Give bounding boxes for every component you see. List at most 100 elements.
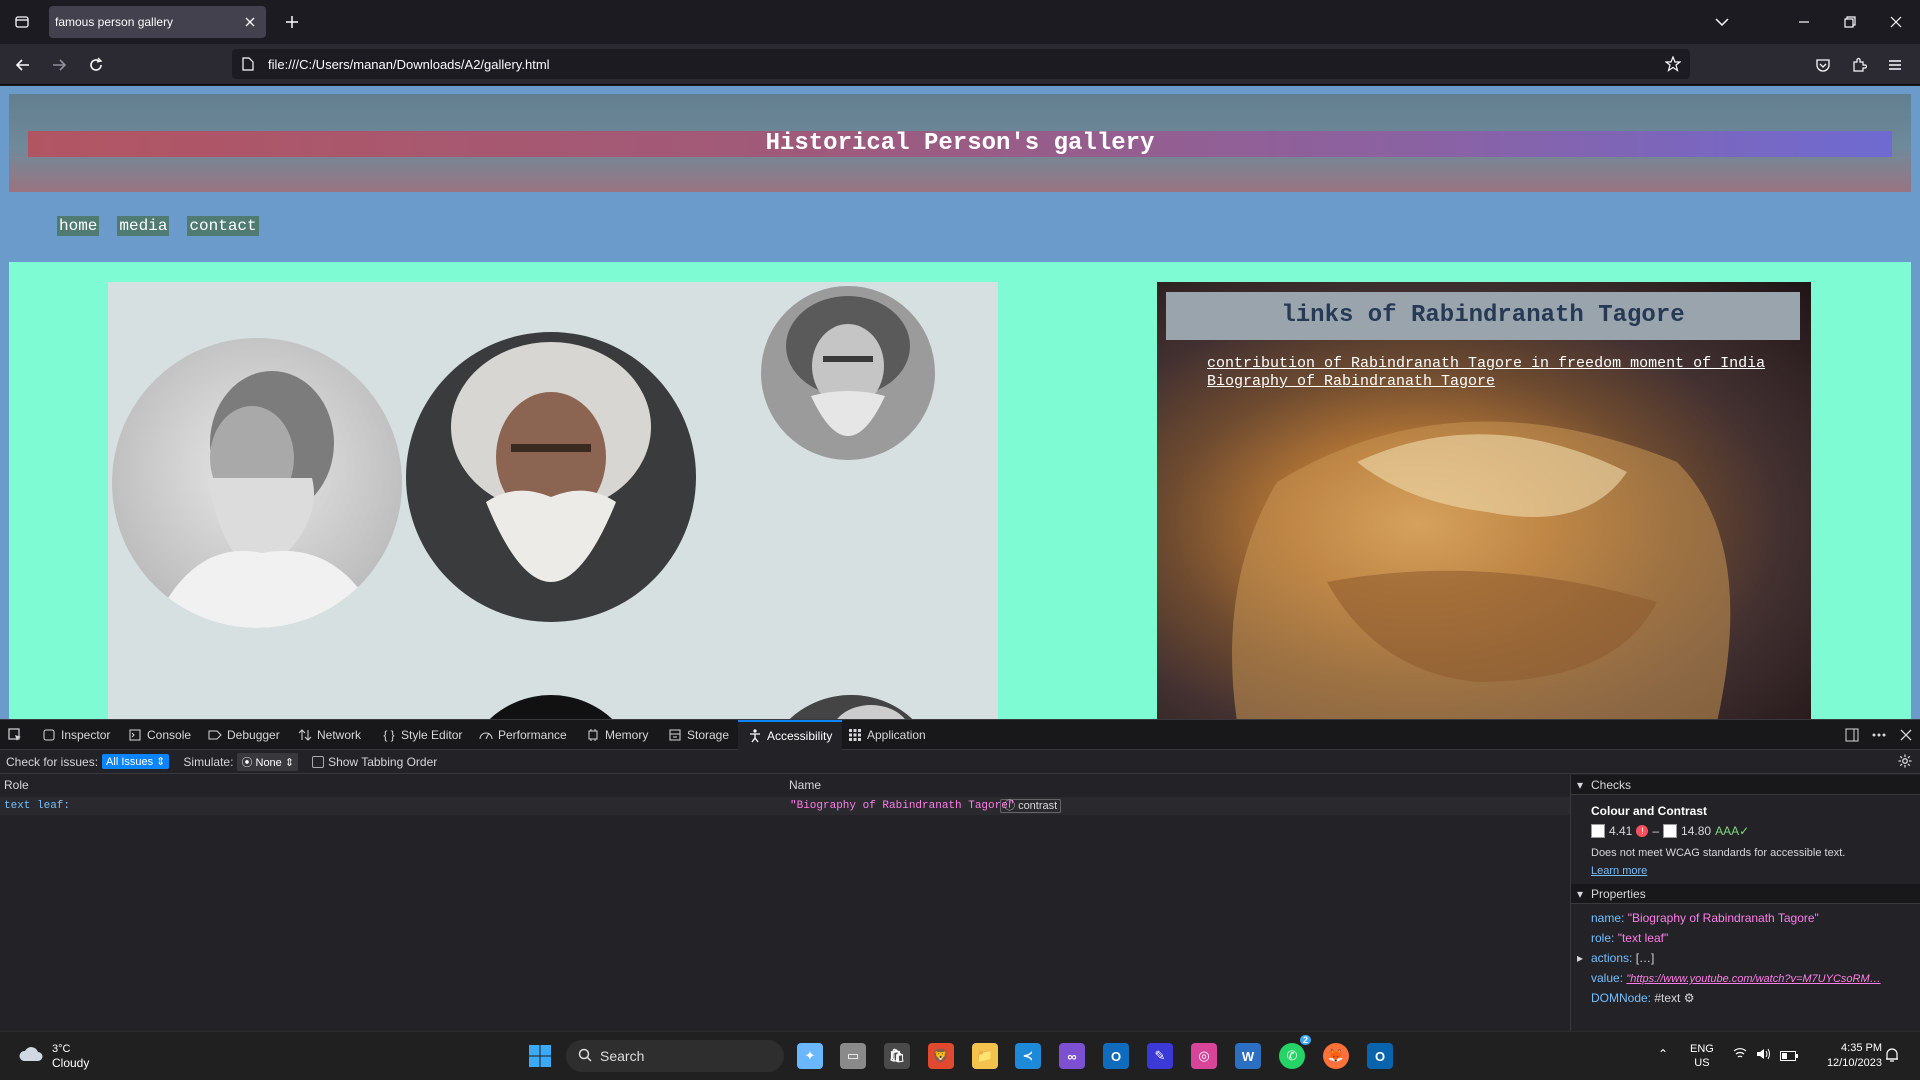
show-hidden-icons-icon[interactable]: ⌃ [1658,1047,1668,1061]
prop-key: DOMNode: [1591,991,1652,1005]
portrait-image [761,695,941,719]
app-menu-icon[interactable] [1882,52,1908,78]
pocket-icon[interactable] [1810,52,1836,78]
checks-section-header[interactable]: Checks [1571,775,1920,795]
prop-role[interactable]: role: "text leaf" [1591,930,1668,946]
close-window-icon[interactable] [1884,10,1908,34]
check-issues-select[interactable]: All Issues ⇕ [102,754,170,769]
tab-list-icon[interactable] [8,8,36,36]
expand-arrow-icon[interactable]: ▸ [1577,950,1583,966]
tab-title: famous person gallery [55,15,174,29]
outlook-new-icon[interactable]: O [1103,1043,1129,1069]
style-editor-icon: { } [383,728,395,742]
weather-widget[interactable]: 3°C Cloudy [18,1042,89,1070]
pen-app-icon[interactable]: ✎ [1147,1043,1173,1069]
prop-value-url[interactable]: value: "https://www.youtube.com/watch?v=… [1591,970,1911,987]
close-devtools-icon[interactable] [1900,720,1912,750]
clock[interactable]: 4:35 PM 12/10/2023 [1810,1041,1882,1071]
link-freedom-contribution[interactable]: contribution of Rabindranath Tagore in f… [1207,355,1765,373]
tab-style-editor[interactable]: { } Style Editor [382,720,462,750]
browser-tab[interactable]: famous person gallery [49,6,266,38]
range-dash: – [1652,824,1660,838]
tab-performance[interactable]: Performance [479,720,567,750]
menu-link-home[interactable]: home [57,216,100,236]
back-icon[interactable] [10,52,36,78]
wcag-message: Does not meet WCAG standards for accessi… [1591,847,1846,859]
inspect-node-icon[interactable]: ⚙ [1684,991,1695,1005]
tab-inspector[interactable]: Inspector [42,720,110,750]
name-column-header[interactable]: Name [789,775,821,795]
file-explorer-icon[interactable]: 📁 [972,1043,998,1069]
page-icon [240,56,256,72]
links-heading: links of Rabindranath Tagore [1166,292,1800,340]
menu-link-media[interactable]: media [117,216,170,236]
prop-key: name: [1591,911,1625,925]
new-tab-icon[interactable] [280,10,304,34]
check-title: Colour and Contrast [1591,804,1707,818]
properties-section-header[interactable]: Properties [1571,884,1920,904]
simulate-select[interactable]: ⦿ None ⇕ [237,752,299,771]
word-icon[interactable]: W [1235,1043,1261,1069]
simulate-label: Simulate: [183,754,234,769]
dock-side-icon[interactable] [1845,720,1859,750]
close-tab-icon[interactable] [242,14,258,30]
simulate-value: None [255,756,282,769]
contrast-badge[interactable]: ⓘ contrast [1000,799,1062,813]
pick-element-icon[interactable] [8,720,22,750]
start-windows-icon[interactable] [527,1043,553,1069]
tab-network[interactable]: Network [298,720,361,750]
tabbing-order-checkbox[interactable] [312,755,325,768]
language-indicator[interactable]: ENG US [1690,1042,1714,1070]
tree-row[interactable]: text leaf: "Biography of Rabindranath Ta… [0,797,1570,815]
tab-debugger[interactable]: Debugger [208,720,280,750]
wifi-icon[interactable] [1733,1047,1747,1062]
check-issues-label: Check for issues: [6,754,99,769]
notification-bell-icon[interactable] [1885,1047,1899,1068]
menu-link-contact[interactable]: contact [187,216,259,236]
minimize-icon[interactable] [1792,10,1816,34]
prop-actions[interactable]: ▸ actions: […] [1577,950,1654,966]
tab-accessibility[interactable]: Accessibility [738,720,843,750]
forward-icon[interactable] [46,52,72,78]
notification-badge: 2 [1299,1035,1311,1045]
taskbar-search[interactable]: Search [566,1040,784,1072]
bookmark-star-icon[interactable] [1664,55,1682,73]
background-painting [1232,421,1731,719]
task-view-icon[interactable]: ▭ [840,1043,866,1069]
tab-storage[interactable]: Storage [668,720,729,750]
extensions-icon[interactable] [1846,52,1872,78]
url-text[interactable]: file:///C:/Users/manan/Downloads/A2/gall… [268,57,550,72]
tab-console[interactable]: Console [128,720,191,750]
tabbing-order-toggle[interactable]: Show Tabbing Order [312,755,437,769]
brave-browser-icon[interactable]: 🦁 [928,1043,954,1069]
microsoft-store-icon[interactable]: 🛍 [884,1043,910,1069]
link-biography[interactable]: Biography of Rabindranath Tagore [1207,373,1765,391]
prop-name[interactable]: name: "Biography of Rabindranath Tagore" [1591,910,1819,926]
restore-icon[interactable] [1838,10,1862,34]
tab-label: Debugger [227,728,280,742]
firefox-icon[interactable]: 🦊 [1323,1043,1349,1069]
prop-domnode[interactable]: DOMNode: #text ⚙ [1591,990,1695,1006]
prop-key: value: [1591,971,1624,985]
vscode-icon[interactable]: ≺ [1015,1043,1041,1069]
tab-memory[interactable]: Memory [586,720,648,750]
more-options-icon[interactable] [1872,720,1886,750]
performance-icon [479,728,493,742]
instagram-icon[interactable]: ◎ [1191,1043,1217,1069]
outlook-icon[interactable]: O [1367,1043,1393,1069]
visual-studio-icon[interactable]: ∞ [1059,1043,1085,1069]
info-icon: ⓘ [1004,800,1015,812]
url-bar[interactable]: file:///C:/Users/manan/Downloads/A2/gall… [232,49,1690,79]
tab-application[interactable]: Application [848,720,926,750]
volume-icon[interactable] [1756,1047,1772,1065]
whatsapp-icon[interactable]: ✆ 2 [1279,1035,1311,1069]
settings-gear-icon[interactable] [1898,754,1912,771]
windows-taskbar: 3°C Cloudy Search ✦ ▭ 🛍 🦁 📁 ≺ ∞ O ✎ ◎ W … [0,1031,1920,1080]
reload-icon[interactable] [83,52,109,78]
copilot-icon[interactable]: ✦ [797,1043,823,1069]
role-column-header[interactable]: Role [4,775,29,795]
site-menu: home media contact [57,216,259,236]
list-all-tabs-icon[interactable] [1710,10,1734,34]
learn-more-link[interactable]: Learn more [1591,863,1647,879]
battery-icon[interactable] [1780,1048,1798,1066]
